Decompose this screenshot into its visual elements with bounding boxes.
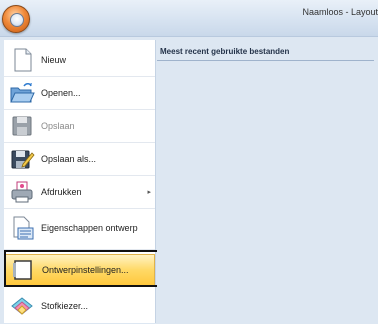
menu-item-print[interactable]: Afdrukken ▸ xyxy=(4,176,155,208)
menu-item-save[interactable]: Opslaan xyxy=(4,110,155,142)
save-as-disk-icon xyxy=(9,146,35,172)
menu-item-label: Stofkiezer... xyxy=(41,301,89,311)
application-orb-icon xyxy=(10,13,24,27)
window-title: Naamloos - Layout xyxy=(302,7,378,17)
recent-files-divider xyxy=(157,60,374,61)
submenu-arrow-icon: ▸ xyxy=(147,189,151,196)
menu-separator xyxy=(4,208,155,209)
menu-item-label: Openen... xyxy=(41,88,81,98)
printer-icon xyxy=(9,179,35,205)
save-disk-icon xyxy=(9,113,35,139)
menu-item-label: Afdrukken xyxy=(41,187,82,197)
menu-item-new[interactable]: Nieuw xyxy=(4,44,155,76)
menu-item-open[interactable]: Openen... xyxy=(4,77,155,109)
menu-item-save-as[interactable]: Opslaan als... xyxy=(4,143,155,175)
recent-files-panel: Meest recent gebruikte bestanden xyxy=(157,40,378,323)
fabric-selector-icon xyxy=(9,293,35,319)
menu-item-label: Nieuw xyxy=(41,55,67,65)
design-properties-icon xyxy=(9,215,35,241)
menu-item-label: Opslaan xyxy=(41,121,75,131)
menu-item-label: Opslaan als... xyxy=(41,154,97,164)
menu-item-label: Eigenschappen ontwerp xyxy=(41,223,138,233)
menu-item-design-properties[interactable]: Eigenschappen ontwerp xyxy=(4,212,155,244)
selection-highlight-frame xyxy=(4,250,163,287)
title-bar: Naamloos - Layout xyxy=(0,0,378,37)
application-orb-button[interactable] xyxy=(2,5,30,33)
menu-item-fabric-selector[interactable]: Stofkiezer... xyxy=(4,290,155,322)
open-folder-icon xyxy=(9,80,35,106)
new-document-icon xyxy=(9,47,35,73)
recent-files-title: Meest recent gebruikte bestanden xyxy=(160,47,290,56)
